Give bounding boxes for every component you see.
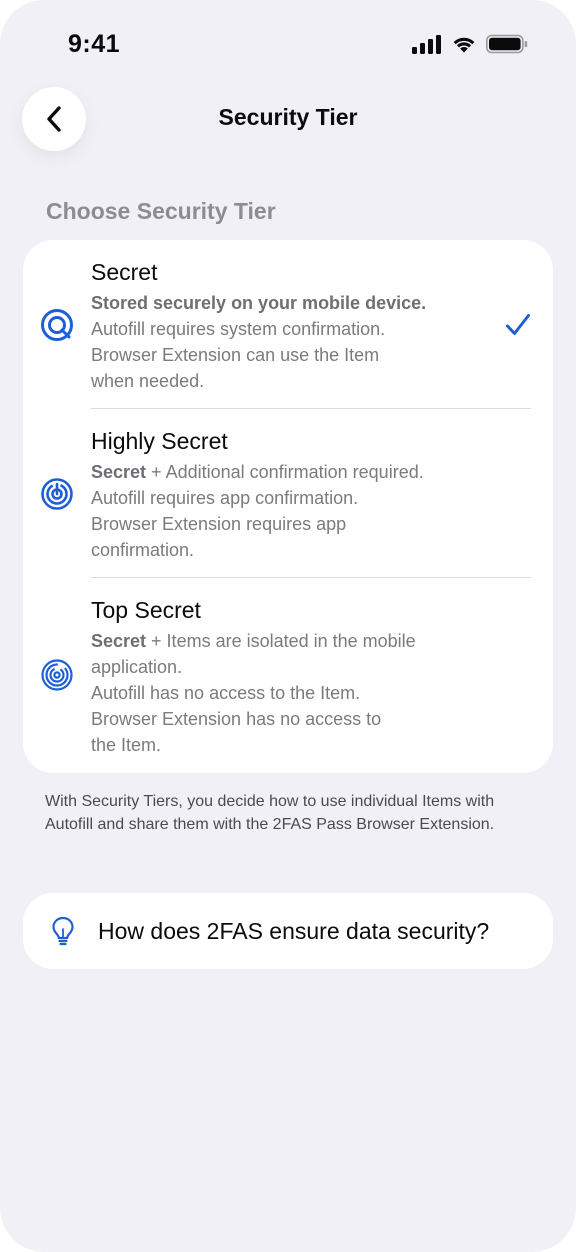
tier-desc-text: Browser Extension has no access to [91,709,382,729]
tier-desc-text: + Additional confirmation required. [146,462,424,482]
cellular-signal-icon [412,35,441,54]
tier-desc-text: Browser Extension requires app [91,514,347,534]
tier-desc-line: Secret + Additional confirmation require… [91,459,491,485]
status-icons [412,34,528,54]
security-tiers-footnote: With Security Tiers, you decide how to u… [45,793,495,833]
tier-desc-line: Stored securely on your mobile device. [91,290,491,316]
tier-secret-icon [41,309,73,341]
checkmark-icon [506,314,530,335]
tier-option-highly-secret[interactable]: Highly Secret Secret + Additional confir… [23,409,553,577]
tier-text: Secret Stored securely on your mobile de… [91,258,491,394]
tier-text: Top Secret Secret + Items are isolated i… [91,596,491,758]
tier-desc-bold: Stored securely on your mobile device. [91,293,427,313]
security-tier-screen: 9:41 Security Tier Choose Security Tier … [0,0,576,1252]
lightbulb-icon [52,916,74,946]
tier-description: Secret + Items are isolated in the mobil… [91,628,491,758]
status-time: 9:41 [68,30,121,58]
section-label: Choose Security Tier [46,198,276,224]
tier-option-top-secret[interactable]: Top Secret Secret + Items are isolated i… [23,578,553,773]
tier-desc-bold: Secret [91,631,147,651]
tier-desc-line: Secret + Items are isolated in the mobil… [91,628,491,654]
tier-desc-bold: Secret [91,462,147,482]
tier-desc-text: when needed. [91,371,205,391]
tier-option-secret[interactable]: Secret Stored securely on your mobile de… [23,240,553,408]
tier-desc-text: the Item. [91,735,162,755]
tier-highly-secret-icon [41,478,73,510]
tier-desc-line: Browser Extension has no access to [91,706,491,732]
data-security-help-link[interactable]: How does 2FAS ensure data security? [23,893,553,969]
tier-desc-line: confirmation. [91,537,491,563]
tier-desc-line: Autofill requires app confirmation. [91,485,491,511]
tier-desc-text: Browser Extension can use the Item [91,345,380,365]
tier-desc-line: Autofill has no access to the Item. [91,680,491,706]
tier-description: Stored securely on your mobile device. A… [91,290,491,394]
wifi-icon [453,37,475,53]
tier-desc-text: + Items are isolated in the mobile [146,631,416,651]
security-tier-list: Secret Stored securely on your mobile de… [23,240,553,773]
tier-top-secret-icon [41,659,73,691]
tier-desc-text: application. [91,657,183,677]
tier-desc-text: confirmation. [91,540,195,560]
tier-desc-text: Autofill has no access to the Item. [91,683,361,703]
tier-description: Secret + Additional confirmation require… [91,459,491,563]
status-bar: 9:41 [0,0,576,92]
tier-desc-text: Autofill requires system confirmation. [91,319,386,339]
tier-desc-line: Browser Extension can use the Item [91,342,491,368]
help-link-label: How does 2FAS ensure data security? [98,917,490,944]
tier-desc-line: Autofill requires system confirmation. [91,316,491,342]
tier-text: Highly Secret Secret + Additional confir… [91,427,491,563]
tier-title: Secret [91,259,158,285]
tier-desc-line: when needed. [91,368,491,394]
tier-title: Highly Secret [91,428,228,454]
tier-desc-line: Browser Extension requires app [91,511,491,537]
battery-icon [486,34,528,54]
tier-desc-text: Autofill requires app confirmation. [91,488,359,508]
tier-desc-line: the Item. [91,732,491,758]
page-title: Security Tier [218,104,358,130]
tier-title: Top Secret [91,597,201,623]
tier-desc-line: application. [91,654,491,680]
